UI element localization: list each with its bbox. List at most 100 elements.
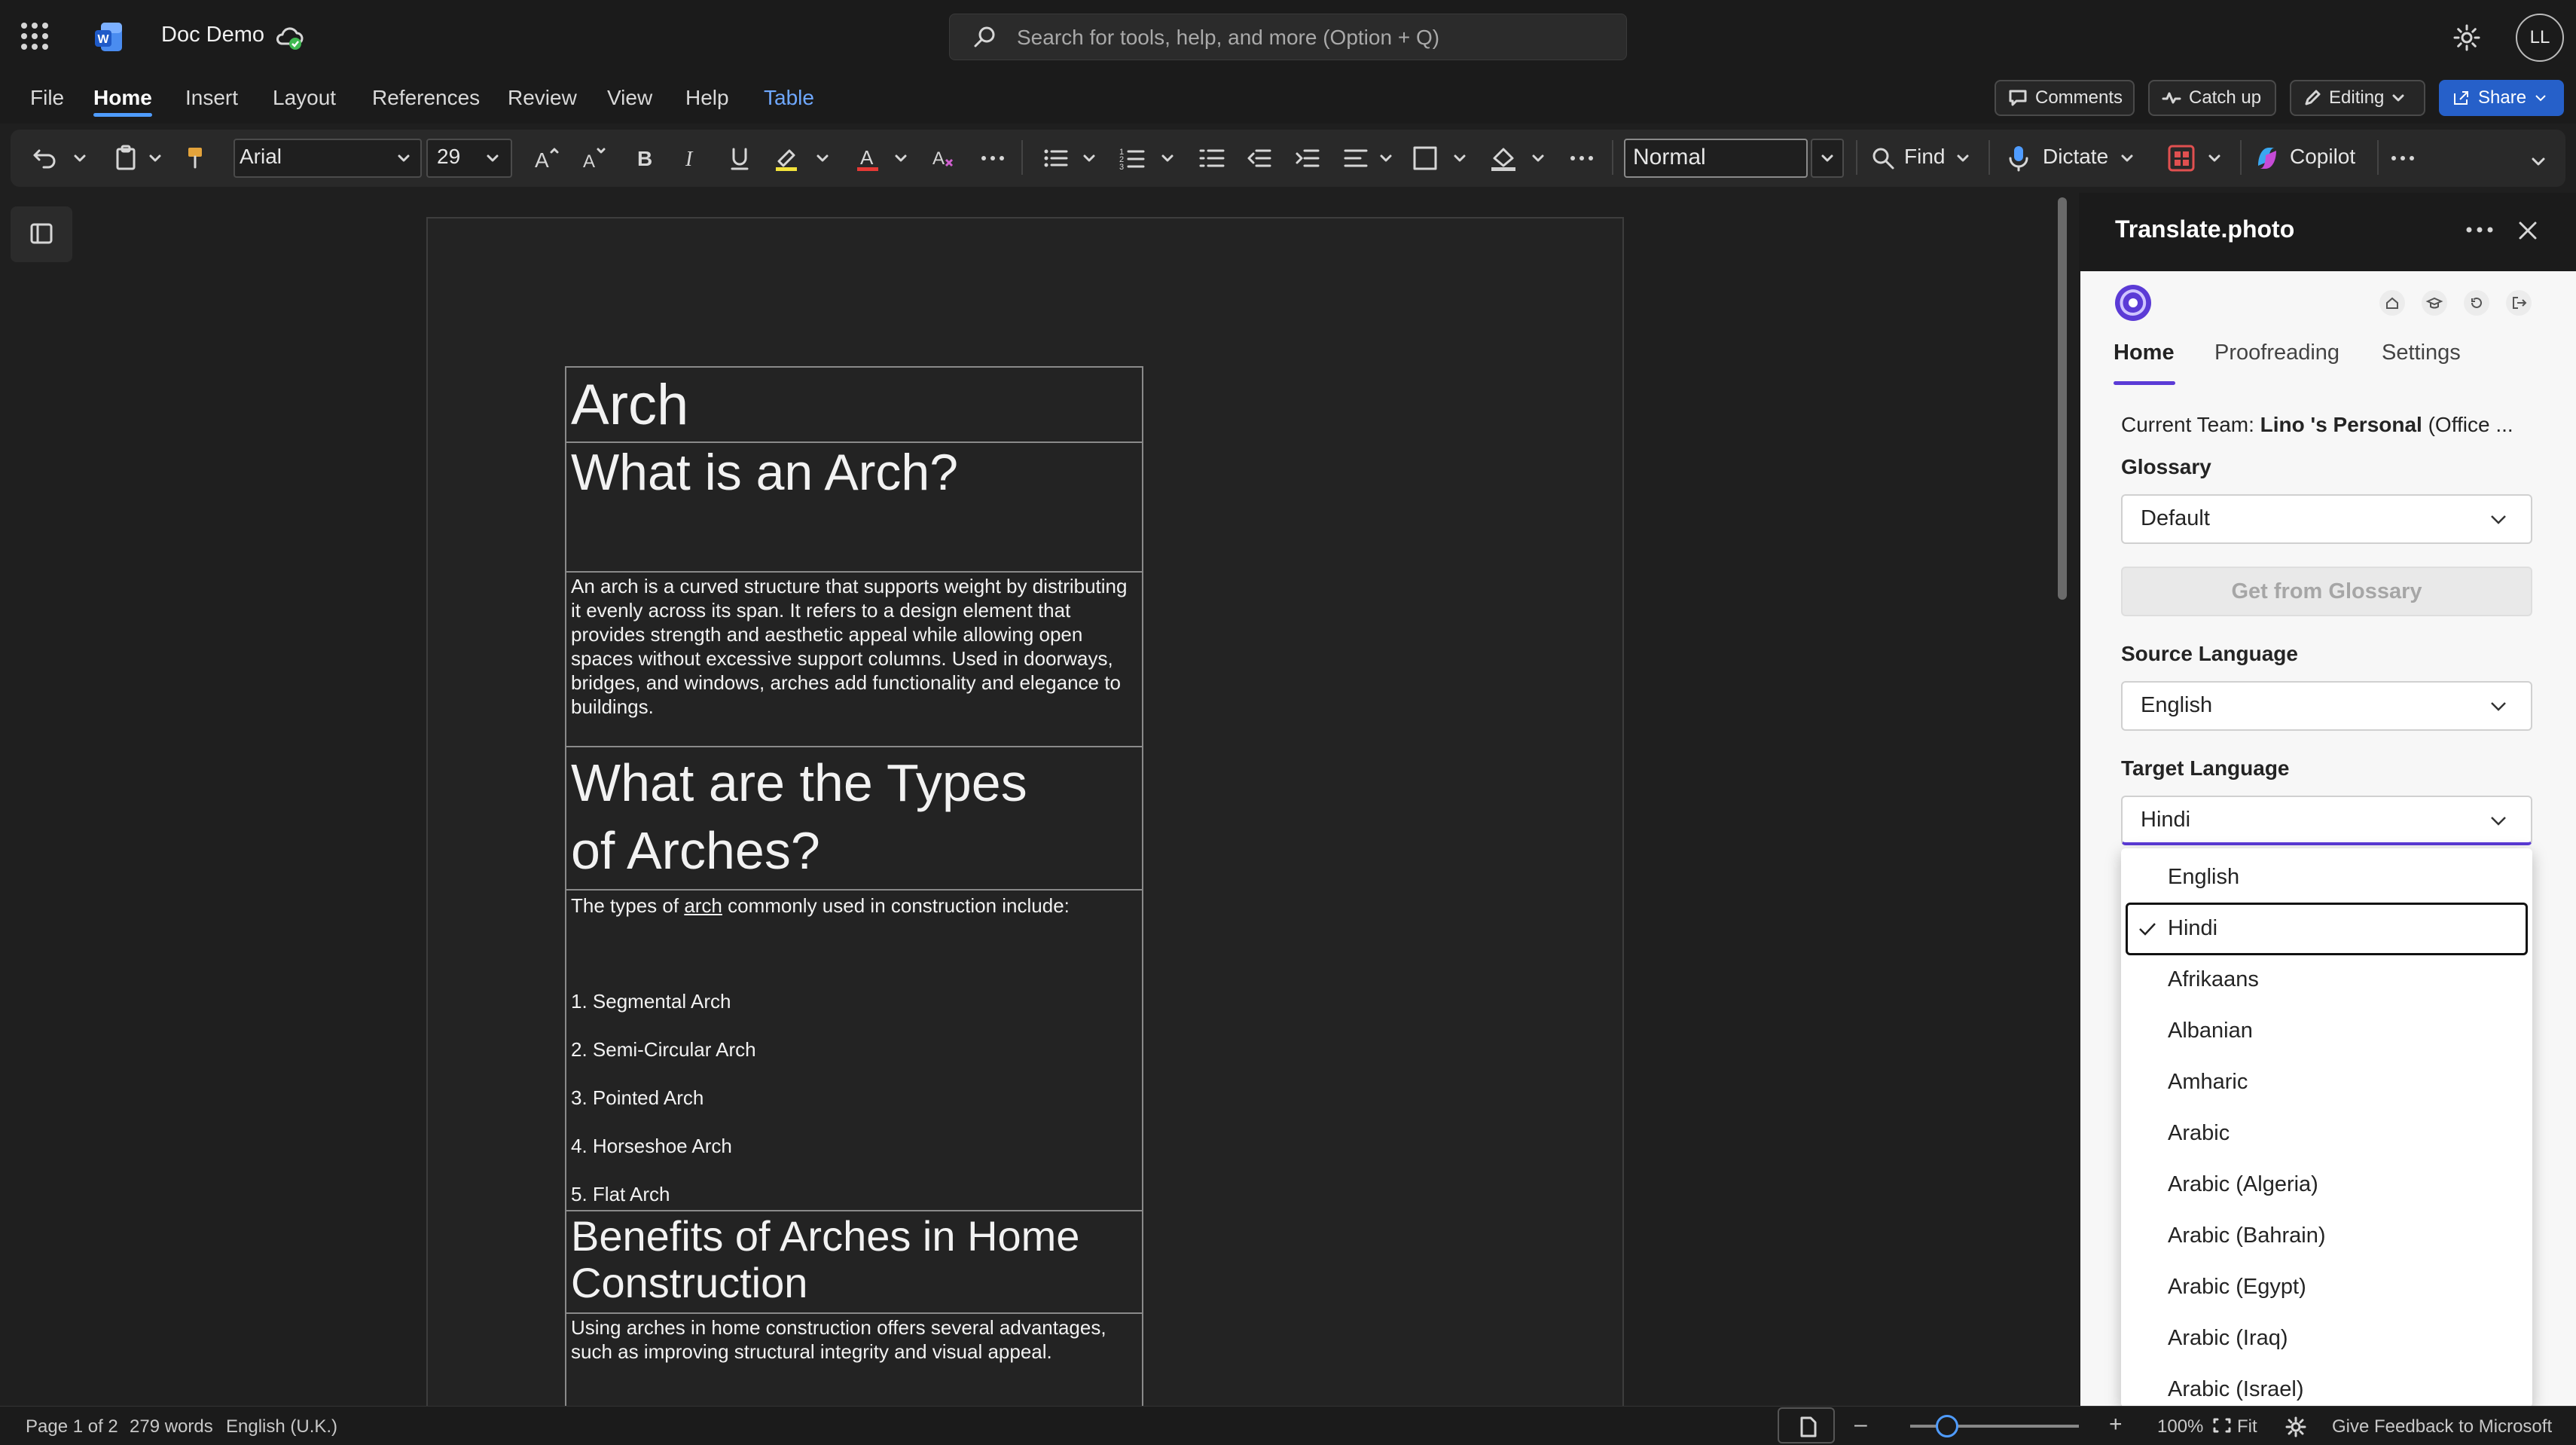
grow-font-icon[interactable]: A [532,143,562,173]
language-option[interactable]: Arabic (Algeria) [2168,1172,2318,1197]
borders-icon[interactable] [1410,143,1440,173]
give-feedback-link[interactable]: Give Feedback to Microsoft [2332,1416,2552,1437]
close-icon[interactable] [2513,215,2543,246]
underline-icon[interactable] [725,143,755,173]
bold-icon[interactable]: B [630,143,660,173]
align-icon[interactable] [1341,143,1371,173]
numbering-icon[interactable]: 123 [1118,143,1148,173]
menu-help[interactable]: Help [685,86,729,110]
tab-settings[interactable]: Settings [2382,341,2461,365]
catch-up-button[interactable]: Catch up [2148,80,2276,116]
microphone-icon[interactable] [2004,143,2034,173]
language-option[interactable]: Amharic [2168,1070,2248,1095]
chevron-down-icon[interactable] [396,151,411,166]
undo-icon[interactable] [30,143,60,173]
menu-insert[interactable]: Insert [185,86,238,110]
document-scrollbar[interactable] [2058,197,2067,600]
cloud-saved-icon[interactable] [274,23,304,53]
language-option[interactable]: Arabic (Iraq) [2168,1326,2288,1351]
language-option[interactable]: Arabic [2168,1121,2230,1146]
menu-review[interactable]: Review [508,86,577,110]
chevron-down-icon[interactable] [1820,151,1835,166]
tab-home[interactable]: Home [2114,341,2175,365]
more-paragraph-options-icon[interactable] [1567,143,1597,173]
italic-icon[interactable]: I [676,143,707,173]
get-from-glossary-button[interactable]: Get from Glossary [2121,567,2532,616]
chevron-down-icon[interactable] [1452,151,1467,166]
fit-icon[interactable] [2211,1416,2233,1434]
editing-mode-button[interactable]: Editing [2290,80,2425,116]
chevron-down-icon[interactable] [1955,151,1970,166]
checklist-icon[interactable] [1198,143,1228,173]
zoom-out-button[interactable]: – [1854,1412,1867,1437]
print-layout-view-button[interactable] [1778,1407,1835,1443]
menu-layout[interactable]: Layout [273,86,336,110]
decrease-indent-icon[interactable] [1244,143,1274,173]
bullets-icon[interactable] [1041,143,1071,173]
comments-button[interactable]: Comments [1995,80,2135,116]
language-option[interactable]: English [2168,865,2239,890]
search-placeholder[interactable]: Search for tools, help, and more (Option… [1017,26,1439,50]
zoom-in-button[interactable]: + [2109,1412,2123,1437]
tab-proofreading[interactable]: Proofreading [2214,341,2339,365]
language-option[interactable]: Arabic (Israel) [2168,1377,2304,1402]
menu-home[interactable]: Home [93,86,152,110]
learn-icon[interactable] [2421,289,2448,316]
highlight-icon[interactable] [771,143,801,173]
paste-icon[interactable] [111,143,142,173]
copilot-icon[interactable] [2252,143,2282,173]
gear-icon[interactable] [2452,23,2482,53]
zoom-level[interactable]: 100% [2157,1416,2203,1437]
collapse-ribbon-chevron-icon[interactable] [2529,152,2547,170]
more-options-icon[interactable] [2463,218,2496,241]
chevron-down-icon[interactable] [2120,151,2135,166]
document-title[interactable]: Doc Demo [161,23,264,47]
language-option[interactable]: Hindi [2168,916,2217,941]
chevron-down-icon[interactable] [2207,151,2222,166]
page-count[interactable]: Page 1 of 2 [26,1416,118,1437]
menu-file[interactable]: File [30,86,64,110]
chevron-down-icon[interactable] [1378,151,1393,166]
paste-dropdown-chevron-icon[interactable] [148,151,163,166]
menu-view[interactable]: View [607,86,652,110]
refresh-icon[interactable] [2463,289,2490,316]
language-option[interactable]: Arabic (Bahrain) [2168,1224,2326,1248]
sign-out-icon[interactable] [2505,289,2532,316]
find-icon[interactable] [1868,143,1898,173]
user-avatar[interactable]: LL [2516,14,2564,62]
feedback-icon[interactable] [2285,1416,2306,1437]
language-option[interactable]: Afrikaans [2168,967,2259,992]
dictate-button-label[interactable]: Dictate [2043,145,2108,169]
language-option[interactable]: Arabic (Egypt) [2168,1275,2306,1300]
copilot-button-label[interactable]: Copilot [2290,145,2355,169]
home-icon[interactable] [2379,289,2406,316]
chevron-down-icon[interactable] [1160,151,1175,166]
chevron-down-icon[interactable] [815,151,830,166]
share-button[interactable]: Share [2439,80,2564,116]
app-launcher-icon[interactable] [18,20,51,53]
font-color-icon[interactable]: A [853,143,883,173]
arch-link[interactable]: arch [684,894,722,917]
format-painter-icon[interactable] [181,143,211,173]
increase-indent-icon[interactable] [1293,143,1323,173]
menu-references[interactable]: References [372,86,480,110]
clear-formatting-icon[interactable]: A [929,143,960,173]
zoom-slider-thumb[interactable] [1936,1415,1958,1437]
find-button-label[interactable]: Find [1904,145,1945,169]
chevron-down-icon[interactable] [485,151,500,166]
chevron-down-icon[interactable] [1531,151,1546,166]
menu-table[interactable]: Table [764,86,814,110]
more-font-options-icon[interactable] [978,143,1008,173]
more-options-icon[interactable] [2388,143,2418,173]
undo-dropdown-chevron-icon[interactable] [72,151,87,166]
language-indicator[interactable]: English (U.K.) [226,1416,337,1437]
word-count[interactable]: 279 words [130,1416,213,1437]
navigation-pane-button[interactable] [11,206,72,262]
shading-icon[interactable] [1488,143,1518,173]
shrink-font-icon[interactable]: A [580,143,610,173]
language-option[interactable]: Albanian [2168,1019,2253,1043]
chevron-down-icon[interactable] [1082,151,1097,166]
add-ins-icon[interactable] [2166,143,2196,173]
fit-button[interactable]: Fit [2237,1416,2257,1437]
chevron-down-icon[interactable] [893,151,908,166]
